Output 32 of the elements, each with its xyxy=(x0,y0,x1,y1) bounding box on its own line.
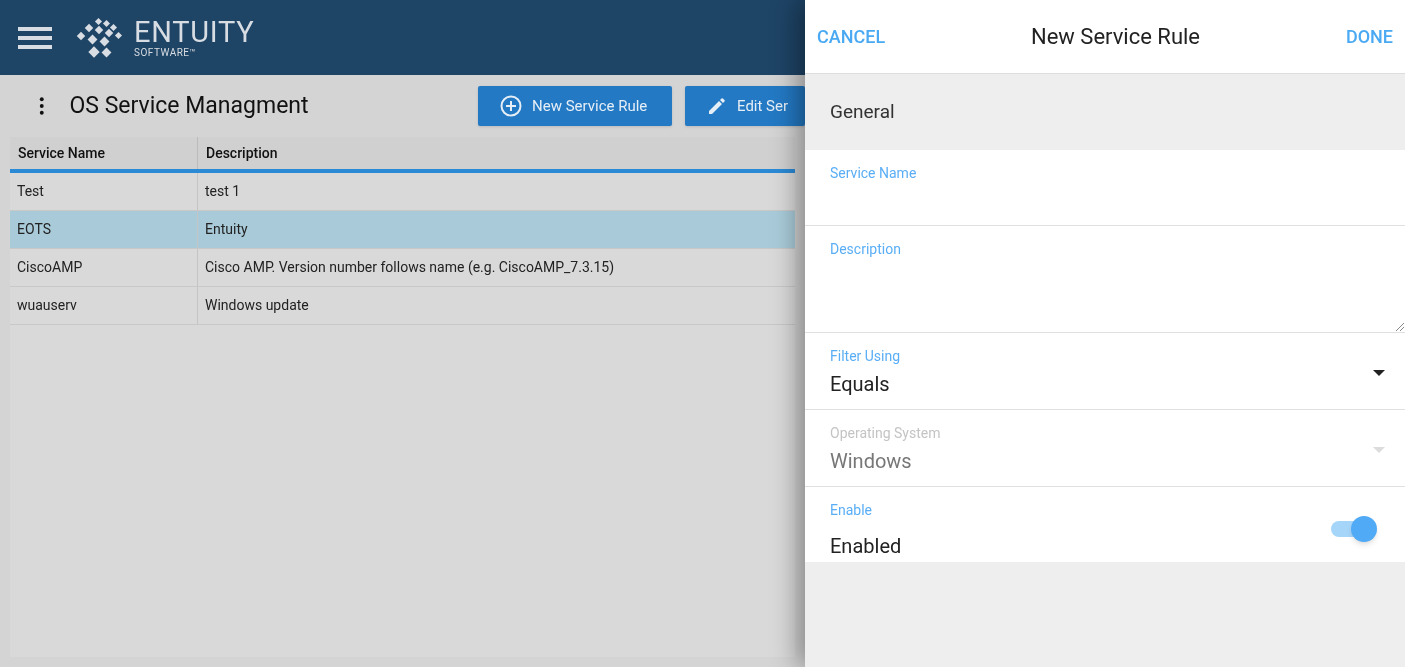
done-button[interactable]: DONE xyxy=(1345,23,1393,50)
add-circle-icon xyxy=(500,95,522,117)
select-field[interactable]: Filter Using Equals xyxy=(805,333,1405,410)
table-cell-text: CiscoAMP xyxy=(16,258,84,277)
resize-handle-icon[interactable] xyxy=(1395,322,1404,331)
cancel-button[interactable]: CANCEL xyxy=(817,23,886,50)
panel-title: New Service Rule xyxy=(1030,23,1201,51)
menu-icon[interactable] xyxy=(18,25,52,50)
table-cell: Cisco AMP. Version number follows name (e.g. CiscoAMP_7.3.15) xyxy=(197,249,795,286)
column-header[interactable]: Description xyxy=(197,137,795,169)
dropdown-caret-icon xyxy=(1373,446,1385,453)
toggle-value: Enabled xyxy=(830,533,902,560)
dropdown-caret-icon xyxy=(1373,369,1385,376)
table-cell-text: wuauserv xyxy=(16,296,78,315)
section-heading: General xyxy=(830,98,895,125)
table-cell-text: EOTS xyxy=(16,220,52,239)
table-cell: Entuity xyxy=(197,211,795,248)
brand-tagline: SOFTWARE™ xyxy=(134,47,198,58)
page-title: OS Service Managment xyxy=(69,90,310,121)
new-rule-button[interactable]: New Service Rule xyxy=(478,86,672,126)
toggle-switch[interactable] xyxy=(1329,516,1377,542)
table-cell: Windows update xyxy=(197,287,795,324)
pencil-icon xyxy=(707,96,727,116)
column-header[interactable]: Service Name xyxy=(10,137,197,169)
text-field[interactable]: Service Name xyxy=(805,150,1405,226)
edit-button[interactable]: Edit Ser xyxy=(685,86,805,126)
field-label: Enable xyxy=(830,501,873,520)
table-cell-text: Test xyxy=(16,182,45,201)
description-field[interactable]: Description xyxy=(805,226,1405,333)
table-cell: test 1 xyxy=(197,173,795,210)
select-field: Operating System Windows xyxy=(805,410,1405,487)
brand-name: ENTUITY xyxy=(134,17,255,47)
